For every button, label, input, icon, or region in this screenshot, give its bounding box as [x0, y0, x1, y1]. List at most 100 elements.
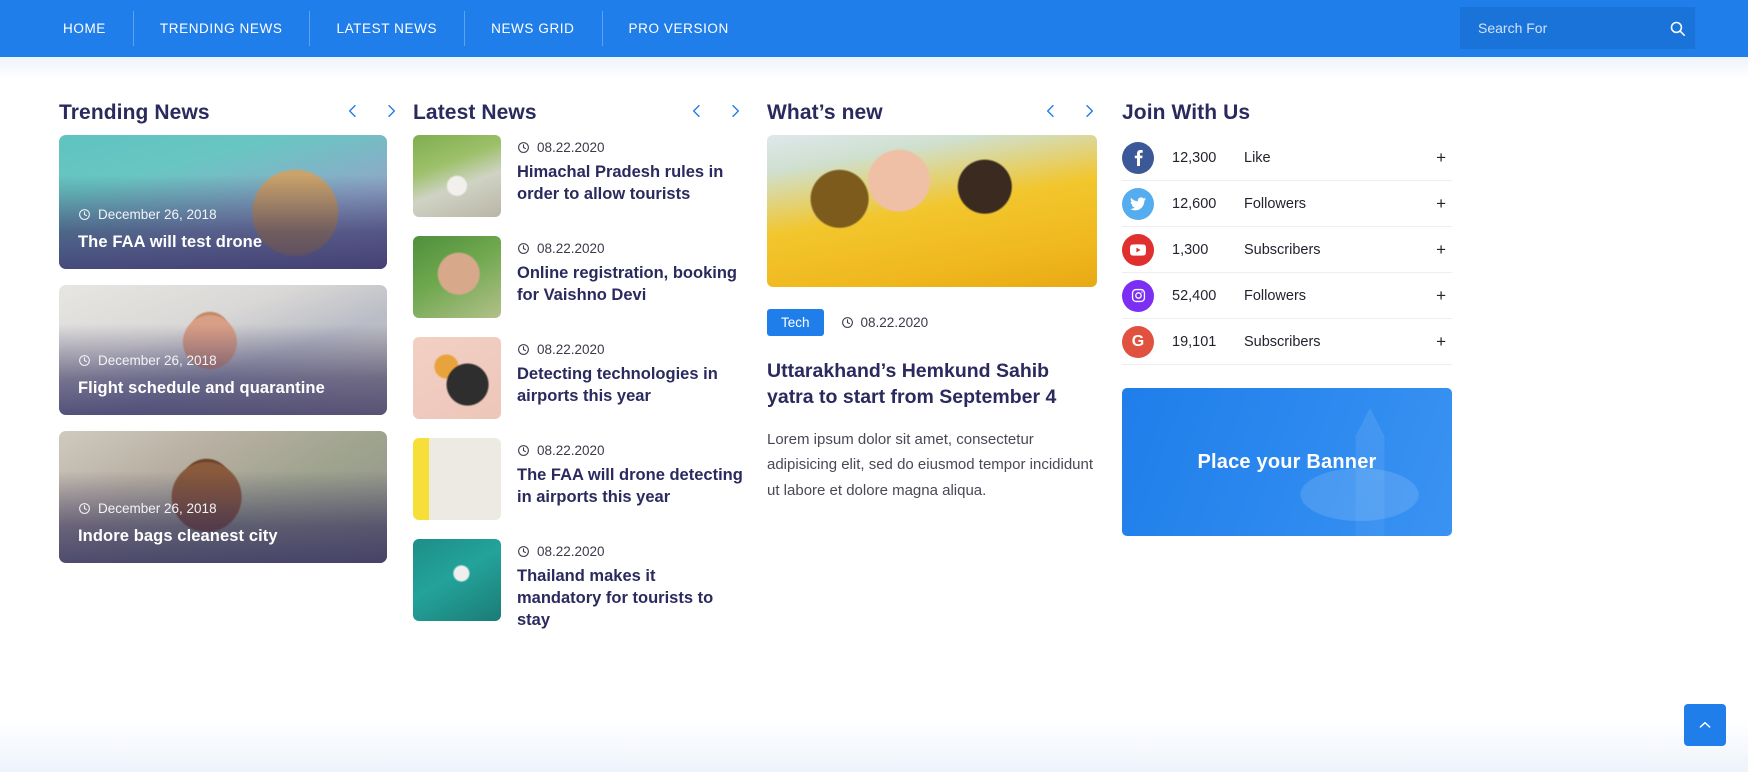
chevron-left-icon[interactable]	[1043, 103, 1059, 119]
social-count: 52,400	[1172, 287, 1217, 304]
trending-card[interactable]: December 26, 2018 Indore bags cleanest c…	[59, 431, 387, 563]
list-item-date: 08.22.2020	[537, 544, 605, 559]
list-item-body: 08.22.2020 Online registration, booking …	[517, 236, 743, 318]
trending-card-date: December 26, 2018	[98, 501, 217, 516]
nav-item-trending-news[interactable]: TRENDING NEWS	[132, 0, 310, 57]
social-count: 12,600	[1172, 195, 1217, 212]
clock-icon	[79, 209, 90, 220]
join-with-us-header: Join With Us	[1122, 79, 1452, 135]
social-row-facebook[interactable]: 12,300 Like +	[1122, 135, 1452, 181]
list-item-body: 08.22.2020 Thailand makes it mandatory f…	[517, 539, 743, 632]
trending-news-arrows	[345, 103, 399, 119]
trending-card-title: Indore bags cleanest city	[78, 527, 278, 545]
list-item-date: 08.22.2020	[537, 443, 605, 458]
latest-news-header: Latest News	[413, 79, 743, 135]
whats-new-featured-image[interactable]	[767, 135, 1097, 287]
list-item[interactable]: 08.22.2020 Detecting technologies in air…	[413, 337, 743, 419]
clock-icon	[518, 445, 529, 456]
social-row-twitter[interactable]: 12,600 Followers +	[1122, 181, 1452, 227]
social-row-google[interactable]: G 19,101 Subscribers +	[1122, 319, 1452, 365]
clock-icon	[518, 243, 529, 254]
list-item-date: 08.22.2020	[537, 140, 605, 155]
whats-new-date-row: 08.22.2020	[841, 315, 928, 330]
trending-card-date: December 26, 2018	[98, 353, 217, 368]
whats-new-column: What’s new Tech 08.22.2020 Uttarakhand’s…	[767, 79, 1097, 504]
trending-card-title: The FAA will test drone	[78, 233, 263, 251]
clock-icon	[518, 142, 529, 153]
youtube-icon	[1122, 233, 1154, 266]
nav-item-latest-news[interactable]: LATEST NEWS	[309, 0, 464, 57]
list-item-thumbnail	[413, 438, 501, 520]
twitter-icon	[1122, 187, 1154, 220]
social-count: 1,300	[1172, 241, 1209, 258]
nav-item-news-grid[interactable]: NEWS GRID	[464, 0, 601, 57]
list-item-date: 08.22.2020	[537, 241, 605, 256]
chevron-left-icon[interactable]	[345, 103, 361, 119]
list-item-thumbnail	[413, 337, 501, 419]
list-item-thumbnail	[413, 135, 501, 217]
list-item-body: 08.22.2020 The FAA will drone detecting …	[517, 438, 743, 520]
list-item[interactable]: 08.22.2020 The FAA will drone detecting …	[413, 438, 743, 520]
list-item[interactable]: 08.22.2020 Online registration, booking …	[413, 236, 743, 318]
trending-card[interactable]: December 26, 2018 The FAA will test dron…	[59, 135, 387, 269]
list-item[interactable]: 08.22.2020 Himachal Pradesh rules in ord…	[413, 135, 743, 217]
follow-plus-icon[interactable]: +	[1436, 194, 1452, 214]
instagram-icon	[1122, 279, 1154, 312]
chevron-right-icon[interactable]	[1081, 103, 1097, 119]
follow-plus-icon[interactable]: +	[1436, 240, 1452, 260]
social-label: Followers	[1244, 195, 1307, 212]
social-row-instagram[interactable]: 52,400 Followers +	[1122, 273, 1452, 319]
trending-card-date-row: December 26, 2018	[78, 207, 369, 222]
latest-news-arrows	[689, 103, 743, 119]
list-item-date: 08.22.2020	[537, 342, 605, 357]
trending-card-date-row: December 26, 2018	[78, 501, 369, 516]
follow-plus-icon[interactable]: +	[1436, 332, 1452, 352]
chevron-left-icon[interactable]	[689, 103, 705, 119]
trending-card-title: Flight schedule and quarantine	[78, 379, 325, 397]
whats-new-excerpt: Lorem ipsum dolor sit amet, consectetur …	[767, 430, 1094, 500]
trending-card-body: December 26, 2018 The FAA will test dron…	[78, 207, 369, 252]
clock-icon	[841, 317, 853, 328]
scroll-to-top-button[interactable]	[1684, 704, 1726, 746]
page-root: HOME TRENDING NEWS LATEST NEWS NEWS GRID…	[0, 0, 1748, 772]
nav-item-home[interactable]: HOME	[36, 0, 133, 57]
clock-icon	[518, 344, 529, 355]
whats-new-title: What’s new	[767, 101, 883, 124]
list-item[interactable]: 08.22.2020 Thailand makes it mandatory f…	[413, 539, 743, 632]
trending-card[interactable]: December 26, 2018 Flight schedule and qu…	[59, 285, 387, 415]
whats-new-header: What’s new	[767, 79, 1097, 135]
search-bar	[1460, 7, 1695, 49]
follow-plus-icon[interactable]: +	[1436, 286, 1452, 306]
whats-new-headline[interactable]: Uttarakhand’s Hemkund Sahib yatra to sta…	[767, 358, 1097, 411]
chevron-right-icon[interactable]	[727, 103, 743, 119]
chevron-right-icon[interactable]	[383, 103, 399, 119]
follow-plus-icon[interactable]: +	[1436, 148, 1452, 168]
trending-news-title: Trending News	[59, 101, 210, 124]
social-label: Subscribers	[1244, 333, 1321, 350]
advertisement-banner[interactable]: Place your Banner	[1122, 388, 1452, 536]
list-item-thumbnail	[413, 236, 501, 318]
list-item-date-row: 08.22.2020	[517, 140, 743, 155]
list-item-date-row: 08.22.2020	[517, 544, 743, 559]
footer-gradient-strip	[0, 720, 1748, 772]
list-item-body: 08.22.2020 Detecting technologies in air…	[517, 337, 743, 419]
clock-icon	[79, 503, 90, 514]
list-item-title: Himachal Pradesh rules in order to allow…	[517, 163, 724, 203]
latest-news-title: Latest News	[413, 101, 537, 124]
nav-item-pro-version[interactable]: PRO VERSION	[601, 0, 756, 57]
category-badge[interactable]: Tech	[767, 309, 824, 336]
join-with-us-column: Join With Us 12,300 Like + 12,600 Follow…	[1122, 79, 1452, 536]
search-button[interactable]	[1659, 7, 1695, 49]
social-label: Followers	[1244, 287, 1307, 304]
list-item-title: Online registration, booking for Vaishno…	[517, 264, 738, 304]
social-row-youtube[interactable]: 1,300 Subscribers +	[1122, 227, 1452, 273]
join-with-us-title: Join With Us	[1122, 101, 1251, 124]
search-input[interactable]	[1460, 20, 1659, 36]
list-item-title: Thailand makes it mandatory for tourists…	[517, 567, 714, 629]
site-header: HOME TRENDING NEWS LATEST NEWS NEWS GRID…	[0, 0, 1748, 57]
trending-card-date: December 26, 2018	[98, 207, 217, 222]
social-label: Like	[1244, 149, 1271, 166]
list-item-body: 08.22.2020 Himachal Pradesh rules in ord…	[517, 135, 743, 217]
social-label: Subscribers	[1244, 241, 1321, 258]
social-count: 19,101	[1172, 333, 1217, 350]
